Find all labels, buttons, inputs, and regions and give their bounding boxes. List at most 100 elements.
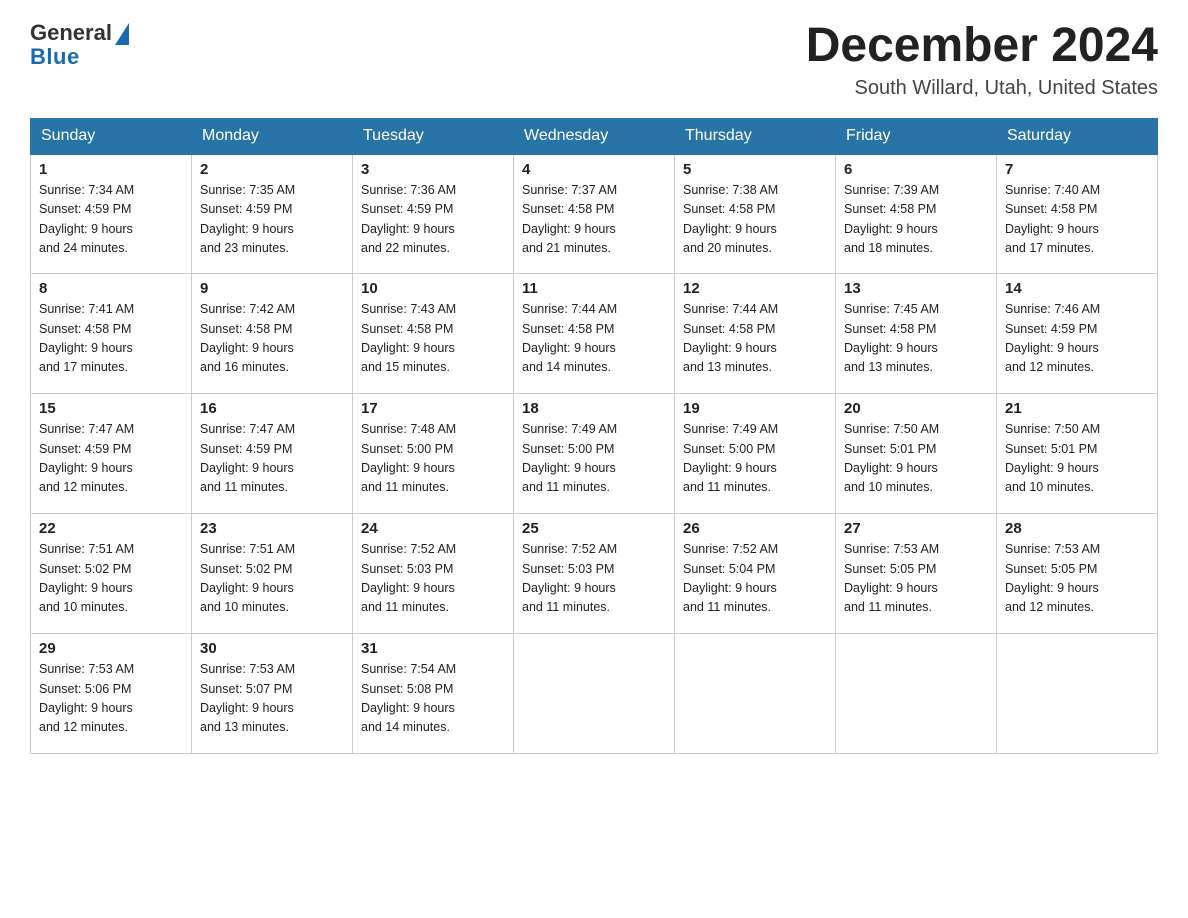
day-info: Sunrise: 7:41 AM Sunset: 4:58 PM Dayligh… <box>39 300 183 378</box>
day-cell: 26 Sunrise: 7:52 AM Sunset: 5:04 PM Dayl… <box>675 514 836 634</box>
day-number: 8 <box>39 280 183 297</box>
day-cell <box>675 634 836 754</box>
day-number: 13 <box>844 280 988 297</box>
day-cell: 29 Sunrise: 7:53 AM Sunset: 5:06 PM Dayl… <box>31 634 192 754</box>
day-number: 29 <box>39 640 183 657</box>
page-header: General Blue December 2024 South Willard… <box>30 20 1158 100</box>
header-wednesday: Wednesday <box>514 118 675 154</box>
day-number: 11 <box>522 280 666 297</box>
day-info: Sunrise: 7:44 AM Sunset: 4:58 PM Dayligh… <box>522 300 666 378</box>
week-row-1: 1 Sunrise: 7:34 AM Sunset: 4:59 PM Dayli… <box>31 154 1158 274</box>
day-info: Sunrise: 7:50 AM Sunset: 5:01 PM Dayligh… <box>1005 420 1149 498</box>
day-info: Sunrise: 7:52 AM Sunset: 5:03 PM Dayligh… <box>522 540 666 618</box>
day-info: Sunrise: 7:54 AM Sunset: 5:08 PM Dayligh… <box>361 660 505 738</box>
day-cell: 9 Sunrise: 7:42 AM Sunset: 4:58 PM Dayli… <box>192 274 353 394</box>
day-number: 19 <box>683 400 827 417</box>
day-cell: 25 Sunrise: 7:52 AM Sunset: 5:03 PM Dayl… <box>514 514 675 634</box>
day-cell: 20 Sunrise: 7:50 AM Sunset: 5:01 PM Dayl… <box>836 394 997 514</box>
day-number: 25 <box>522 520 666 537</box>
day-info: Sunrise: 7:38 AM Sunset: 4:58 PM Dayligh… <box>683 181 827 259</box>
header-tuesday: Tuesday <box>353 118 514 154</box>
day-info: Sunrise: 7:53 AM Sunset: 5:06 PM Dayligh… <box>39 660 183 738</box>
day-cell: 4 Sunrise: 7:37 AM Sunset: 4:58 PM Dayli… <box>514 154 675 274</box>
logo-triangle-icon <box>115 23 129 45</box>
day-number: 17 <box>361 400 505 417</box>
calendar-table: SundayMondayTuesdayWednesdayThursdayFrid… <box>30 118 1158 755</box>
day-cell: 11 Sunrise: 7:44 AM Sunset: 4:58 PM Dayl… <box>514 274 675 394</box>
day-number: 26 <box>683 520 827 537</box>
day-info: Sunrise: 7:37 AM Sunset: 4:58 PM Dayligh… <box>522 181 666 259</box>
day-number: 14 <box>1005 280 1149 297</box>
calendar-header-row: SundayMondayTuesdayWednesdayThursdayFrid… <box>31 118 1158 154</box>
day-number: 22 <box>39 520 183 537</box>
day-cell: 8 Sunrise: 7:41 AM Sunset: 4:58 PM Dayli… <box>31 274 192 394</box>
day-number: 23 <box>200 520 344 537</box>
day-cell: 23 Sunrise: 7:51 AM Sunset: 5:02 PM Dayl… <box>192 514 353 634</box>
day-number: 21 <box>1005 400 1149 417</box>
day-cell: 2 Sunrise: 7:35 AM Sunset: 4:59 PM Dayli… <box>192 154 353 274</box>
header-thursday: Thursday <box>675 118 836 154</box>
day-cell: 7 Sunrise: 7:40 AM Sunset: 4:58 PM Dayli… <box>997 154 1158 274</box>
day-info: Sunrise: 7:39 AM Sunset: 4:58 PM Dayligh… <box>844 181 988 259</box>
day-cell: 30 Sunrise: 7:53 AM Sunset: 5:07 PM Dayl… <box>192 634 353 754</box>
day-info: Sunrise: 7:36 AM Sunset: 4:59 PM Dayligh… <box>361 181 505 259</box>
day-number: 4 <box>522 161 666 178</box>
day-info: Sunrise: 7:42 AM Sunset: 4:58 PM Dayligh… <box>200 300 344 378</box>
location-text: South Willard, Utah, United States <box>806 77 1158 100</box>
day-info: Sunrise: 7:35 AM Sunset: 4:59 PM Dayligh… <box>200 181 344 259</box>
day-cell: 14 Sunrise: 7:46 AM Sunset: 4:59 PM Dayl… <box>997 274 1158 394</box>
day-cell: 5 Sunrise: 7:38 AM Sunset: 4:58 PM Dayli… <box>675 154 836 274</box>
day-number: 1 <box>39 161 183 178</box>
header-friday: Friday <box>836 118 997 154</box>
day-cell: 24 Sunrise: 7:52 AM Sunset: 5:03 PM Dayl… <box>353 514 514 634</box>
day-number: 18 <box>522 400 666 417</box>
day-info: Sunrise: 7:52 AM Sunset: 5:04 PM Dayligh… <box>683 540 827 618</box>
day-info: Sunrise: 7:50 AM Sunset: 5:01 PM Dayligh… <box>844 420 988 498</box>
day-cell: 17 Sunrise: 7:48 AM Sunset: 5:00 PM Dayl… <box>353 394 514 514</box>
day-number: 5 <box>683 161 827 178</box>
day-cell <box>836 634 997 754</box>
logo-general-text: General <box>30 20 112 46</box>
day-cell: 28 Sunrise: 7:53 AM Sunset: 5:05 PM Dayl… <box>997 514 1158 634</box>
logo: General Blue <box>30 20 129 70</box>
day-cell: 12 Sunrise: 7:44 AM Sunset: 4:58 PM Dayl… <box>675 274 836 394</box>
day-number: 12 <box>683 280 827 297</box>
day-cell <box>514 634 675 754</box>
week-row-2: 8 Sunrise: 7:41 AM Sunset: 4:58 PM Dayli… <box>31 274 1158 394</box>
week-row-4: 22 Sunrise: 7:51 AM Sunset: 5:02 PM Dayl… <box>31 514 1158 634</box>
logo-blue-text: Blue <box>30 44 80 70</box>
day-number: 30 <box>200 640 344 657</box>
day-number: 6 <box>844 161 988 178</box>
day-cell <box>997 634 1158 754</box>
day-info: Sunrise: 7:46 AM Sunset: 4:59 PM Dayligh… <box>1005 300 1149 378</box>
day-number: 10 <box>361 280 505 297</box>
day-info: Sunrise: 7:47 AM Sunset: 4:59 PM Dayligh… <box>200 420 344 498</box>
month-title: December 2024 <box>806 20 1158 73</box>
day-number: 2 <box>200 161 344 178</box>
day-number: 7 <box>1005 161 1149 178</box>
day-cell: 6 Sunrise: 7:39 AM Sunset: 4:58 PM Dayli… <box>836 154 997 274</box>
day-cell: 31 Sunrise: 7:54 AM Sunset: 5:08 PM Dayl… <box>353 634 514 754</box>
day-info: Sunrise: 7:34 AM Sunset: 4:59 PM Dayligh… <box>39 181 183 259</box>
day-number: 28 <box>1005 520 1149 537</box>
day-cell: 18 Sunrise: 7:49 AM Sunset: 5:00 PM Dayl… <box>514 394 675 514</box>
day-cell: 22 Sunrise: 7:51 AM Sunset: 5:02 PM Dayl… <box>31 514 192 634</box>
header-saturday: Saturday <box>997 118 1158 154</box>
day-cell: 1 Sunrise: 7:34 AM Sunset: 4:59 PM Dayli… <box>31 154 192 274</box>
header-sunday: Sunday <box>31 118 192 154</box>
day-info: Sunrise: 7:47 AM Sunset: 4:59 PM Dayligh… <box>39 420 183 498</box>
day-number: 15 <box>39 400 183 417</box>
day-cell: 15 Sunrise: 7:47 AM Sunset: 4:59 PM Dayl… <box>31 394 192 514</box>
day-info: Sunrise: 7:52 AM Sunset: 5:03 PM Dayligh… <box>361 540 505 618</box>
week-row-3: 15 Sunrise: 7:47 AM Sunset: 4:59 PM Dayl… <box>31 394 1158 514</box>
day-cell: 16 Sunrise: 7:47 AM Sunset: 4:59 PM Dayl… <box>192 394 353 514</box>
day-info: Sunrise: 7:48 AM Sunset: 5:00 PM Dayligh… <box>361 420 505 498</box>
day-number: 9 <box>200 280 344 297</box>
day-info: Sunrise: 7:51 AM Sunset: 5:02 PM Dayligh… <box>39 540 183 618</box>
day-info: Sunrise: 7:40 AM Sunset: 4:58 PM Dayligh… <box>1005 181 1149 259</box>
day-cell: 10 Sunrise: 7:43 AM Sunset: 4:58 PM Dayl… <box>353 274 514 394</box>
day-info: Sunrise: 7:53 AM Sunset: 5:05 PM Dayligh… <box>844 540 988 618</box>
day-info: Sunrise: 7:53 AM Sunset: 5:05 PM Dayligh… <box>1005 540 1149 618</box>
day-number: 31 <box>361 640 505 657</box>
day-info: Sunrise: 7:45 AM Sunset: 4:58 PM Dayligh… <box>844 300 988 378</box>
